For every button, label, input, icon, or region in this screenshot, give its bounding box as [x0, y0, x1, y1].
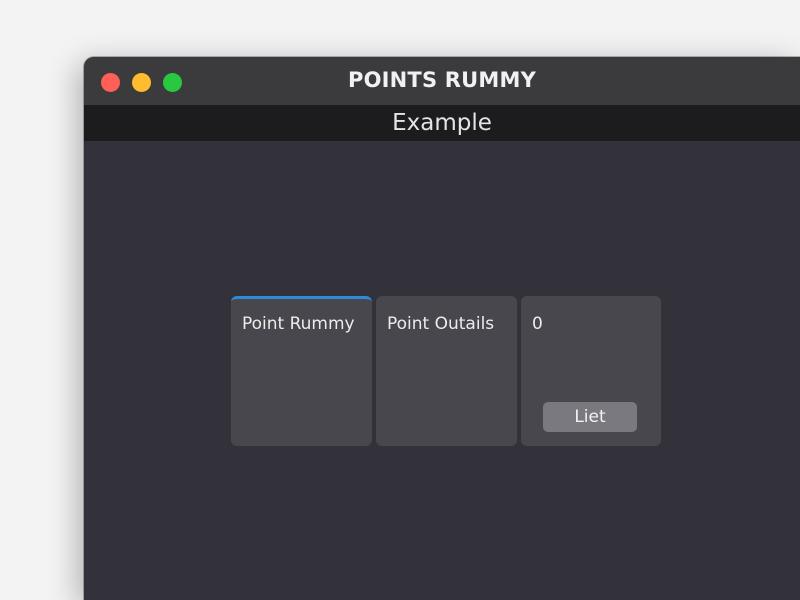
- header-bar: Example: [84, 105, 800, 141]
- count-value: 0: [532, 314, 543, 334]
- title-bar[interactable]: POINTS RUMMY: [84, 57, 800, 105]
- page-title: Example: [392, 110, 492, 136]
- card-label: Point Rummy: [242, 314, 355, 334]
- card-count[interactable]: 0 Liet: [521, 296, 661, 446]
- card-point-rummy[interactable]: Point Rummy: [231, 296, 372, 446]
- card-label: Point Outails: [387, 314, 495, 334]
- app-window: POINTS RUMMY Example Point Rummy Point O…: [84, 57, 800, 600]
- list-button[interactable]: Liet: [543, 402, 637, 432]
- card-point-outails[interactable]: Point Outails: [376, 296, 517, 446]
- window-title: POINTS RUMMY: [347, 68, 537, 92]
